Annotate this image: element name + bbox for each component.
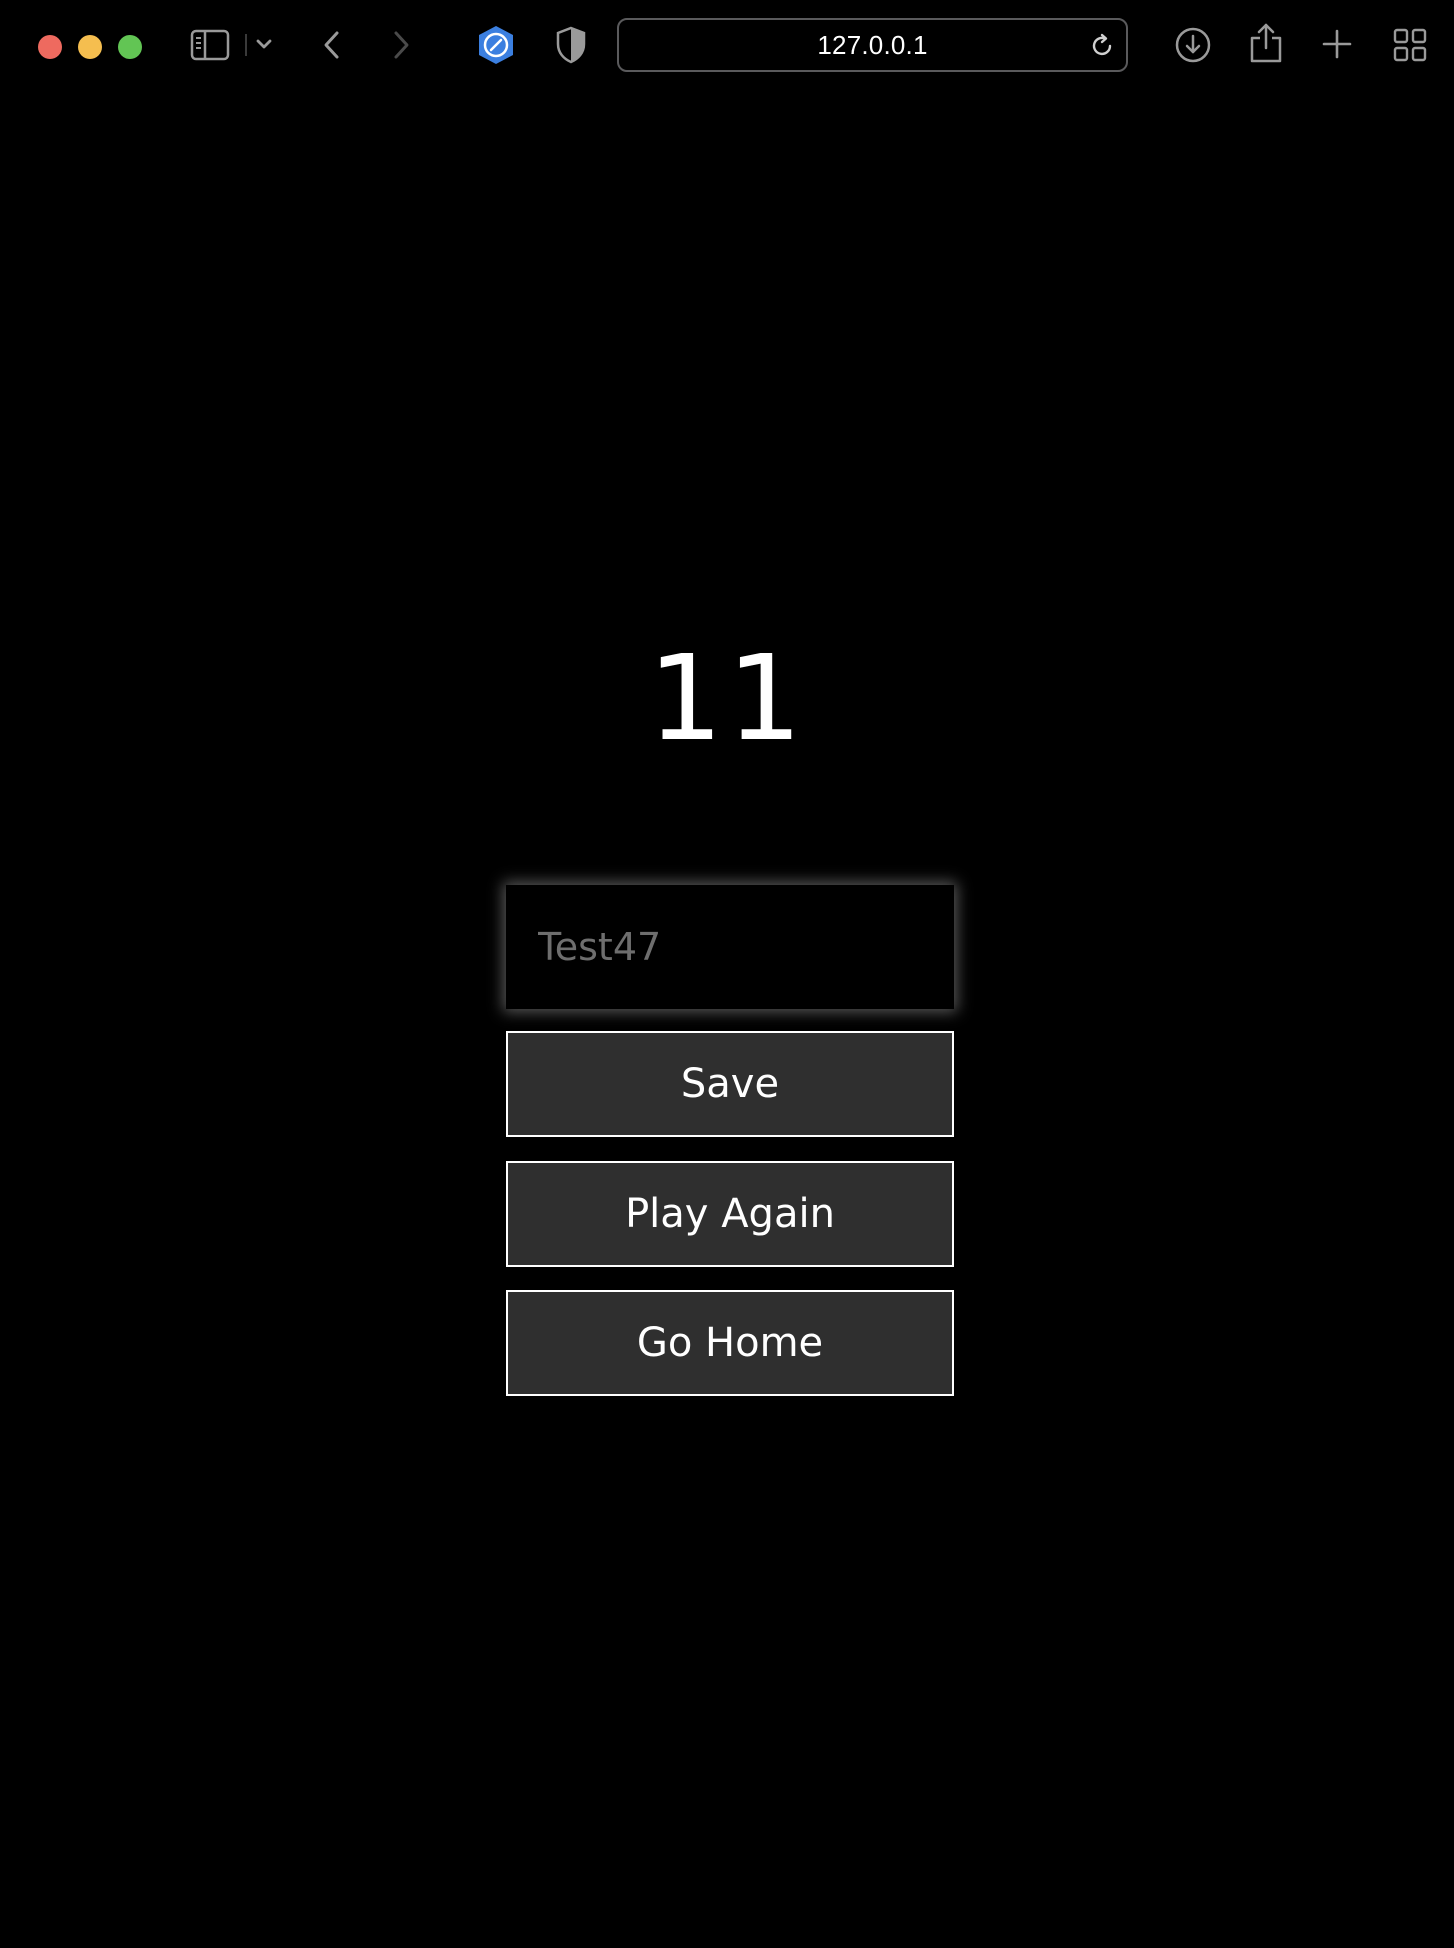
download-icon[interactable] [1174,26,1212,64]
final-score: 11 [647,629,807,767]
play-again-button[interactable]: Play Again [506,1161,954,1267]
compass-shield-icon[interactable] [476,24,516,66]
chevron-down-icon[interactable] [244,32,284,58]
back-icon[interactable] [320,28,344,62]
address-bar[interactable]: 127.0.0.1 [617,18,1128,72]
maximize-window-button[interactable] [118,35,142,59]
go-home-button[interactable]: Go Home [506,1290,954,1396]
forward-icon[interactable] [389,28,413,62]
privacy-shield-icon[interactable] [556,26,586,64]
reload-icon[interactable] [1088,32,1116,64]
browser-toolbar: 127.0.0.1 [0,0,1454,92]
url-text: 127.0.0.1 [817,29,928,60]
player-name-input[interactable] [506,885,954,1009]
close-window-button[interactable] [38,35,62,59]
minimize-window-button[interactable] [78,35,102,59]
tab-overview-icon[interactable] [1393,28,1427,62]
sidebar-icon[interactable] [190,28,230,62]
save-button[interactable]: Save [506,1031,954,1137]
share-icon[interactable] [1249,22,1283,64]
plus-icon[interactable] [1321,28,1353,60]
